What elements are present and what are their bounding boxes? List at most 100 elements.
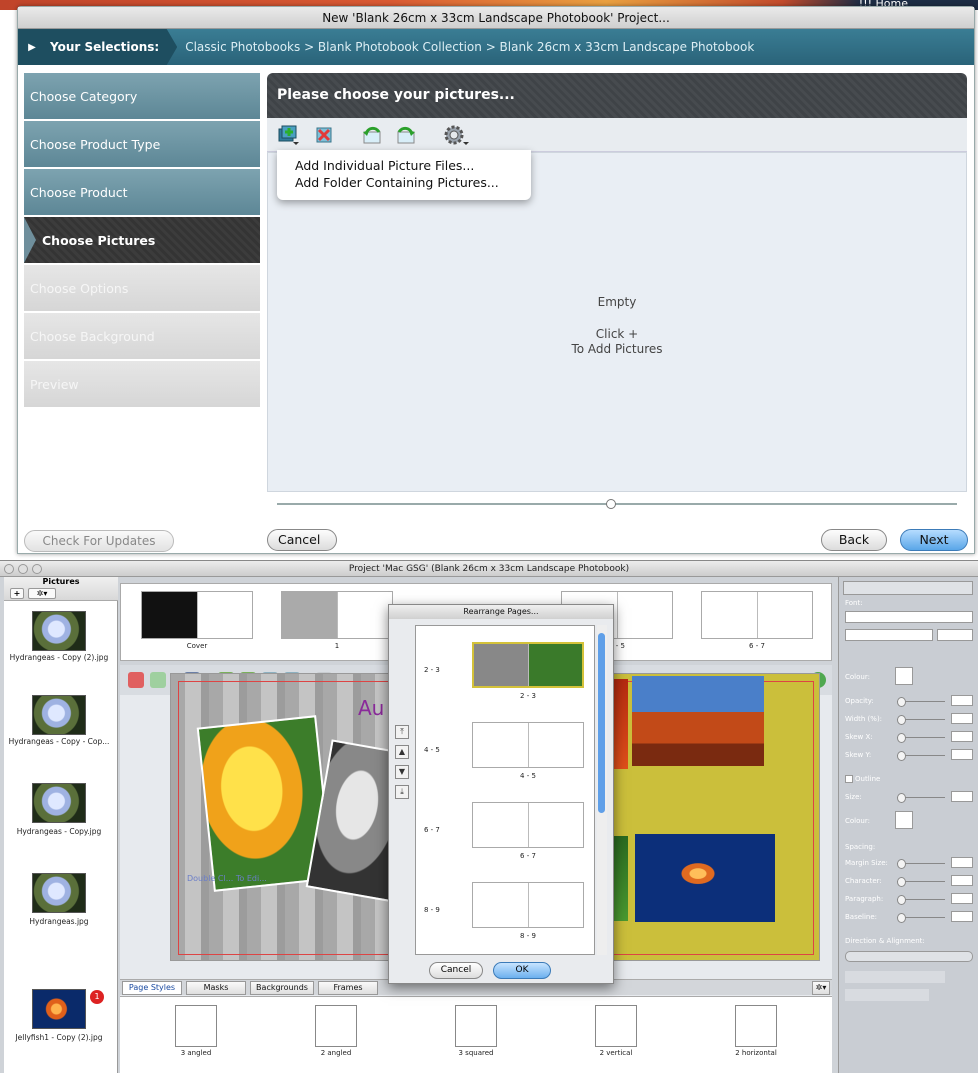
thumbnail-size-slider[interactable] [277,499,957,509]
add-picture-icon[interactable]: + [10,588,24,599]
outline-colour-label: Colour: [845,817,870,825]
close-window-icon[interactable] [4,564,14,574]
inspector-tabs[interactable] [843,581,973,595]
style-3-squared[interactable] [455,1005,497,1047]
style-2-vertical[interactable] [595,1005,637,1047]
paragraph-slider[interactable] [897,895,945,905]
list-item[interactable]: 6 - 7 6 - 7 [416,786,596,866]
spread-thumb[interactable] [472,882,584,928]
rotate-right-icon[interactable] [395,124,417,146]
paragraph-value[interactable] [951,893,973,904]
page-spread-1[interactable] [281,591,393,639]
style-3-angled[interactable] [175,1005,217,1047]
settings-gear-icon[interactable] [443,124,469,146]
style-label: 2 horizontal [735,1049,777,1057]
jellyfish-photo[interactable] [635,834,775,922]
picture-thumb[interactable] [32,695,86,735]
styles-gear-icon[interactable]: ✲▾ [812,981,830,995]
spread-thumb[interactable] [472,642,584,688]
page-spread-6-7[interactable] [701,591,813,639]
zoom-window-icon[interactable] [32,564,42,574]
dialog-cancel-button[interactable]: Cancel [429,962,483,979]
margin-size-slider[interactable] [897,859,945,869]
remove-pictures-icon[interactable] [313,124,335,146]
width-slider[interactable] [897,715,945,725]
breadcrumb-label: Your Selections: [46,29,178,65]
next-button[interactable]: Next [900,529,968,551]
skew-y-value[interactable] [951,749,973,760]
list-item[interactable]: 2 - 3 2 - 3 [416,626,596,706]
check-for-updates-button[interactable]: Check For Updates [24,530,174,552]
add-pictures-icon[interactable] [277,124,299,146]
minimize-window-icon[interactable] [18,564,28,574]
font-size-select[interactable] [937,629,973,641]
step-choose-product-type[interactable]: Choose Product Type [24,121,260,167]
list-item[interactable]: 8 - 9 8 - 9 [416,866,596,946]
cancel-button[interactable]: Cancel [267,529,337,551]
margin-size-value[interactable] [951,857,973,868]
text-colour-swatch[interactable] [895,667,913,685]
redo-icon[interactable] [150,672,166,688]
spread-thumb[interactable] [472,802,584,848]
menu-item-add-folder[interactable]: Add Folder Containing Pictures... [295,174,531,191]
opacity-slider[interactable] [897,697,945,707]
outline-size-slider[interactable] [897,793,945,803]
page-styles-gallery: 3 angled 2 angled 3 squared 2 vertical 2… [120,996,832,1073]
skew-x-slider[interactable] [897,733,945,743]
spread-thumb[interactable] [472,722,584,768]
character-value[interactable] [951,875,973,886]
alignment-buttons[interactable] [845,971,945,983]
picture-thumb[interactable] [32,873,86,913]
window-title: New 'Blank 26cm x 33cm Landscape Photobo… [18,7,974,29]
page-title-text[interactable]: Au [358,696,384,720]
tab-frames[interactable]: Frames [318,981,378,995]
move-to-bottom-icon[interactable]: ⤓ [395,785,409,799]
picture-options-gear-icon[interactable]: ✲▾ [28,588,56,599]
move-to-top-icon[interactable]: ⤒ [395,725,409,739]
font-family-select[interactable] [845,611,973,623]
outline-colour-swatch[interactable] [895,811,913,829]
width-value[interactable] [951,713,973,724]
character-slider[interactable] [897,877,945,887]
page-spread-cover[interactable] [141,591,253,639]
dialog-scrollbar[interactable] [597,625,607,955]
desert-photo[interactable] [632,676,764,766]
rotate-left-icon[interactable] [361,124,383,146]
font-style-select[interactable] [845,629,933,641]
spacing-label: Spacing: [845,843,876,851]
back-button[interactable]: Back [821,529,887,551]
tab-backgrounds[interactable]: Backgrounds [250,981,314,995]
breadcrumb-toggle-icon[interactable]: ▶ [18,29,46,65]
skew-y-slider[interactable] [897,751,945,761]
baseline-slider[interactable] [897,913,945,923]
list-item[interactable]: 4 - 5 4 - 5 [416,706,596,786]
direction-select[interactable] [845,951,973,962]
style-2-angled[interactable] [315,1005,357,1047]
picture-thumb[interactable] [32,611,86,651]
step-choose-pictures[interactable]: Choose Pictures [24,217,260,263]
opacity-value[interactable] [951,695,973,706]
tab-masks[interactable]: Masks [186,981,246,995]
slider-knob[interactable] [606,499,616,509]
step-choose-category[interactable]: Choose Category [24,73,260,119]
picture-thumb[interactable] [32,989,86,1029]
tab-page-styles[interactable]: Page Styles [122,981,182,995]
menu-item-add-files[interactable]: Add Individual Picture Files... [295,157,531,174]
pictures-panel-header: Pictures + ✲▾ [4,577,118,601]
style-2-horizontal[interactable] [735,1005,777,1047]
outline-size-value[interactable] [951,791,973,802]
baseline-value[interactable] [951,911,973,922]
outline-checkbox[interactable] [845,775,853,783]
picture-thumb[interactable] [32,783,86,823]
move-up-icon[interactable]: ▲ [395,745,409,759]
scrollbar-thumb[interactable] [598,633,605,813]
picture-drop-area[interactable] [267,152,967,492]
justify-buttons[interactable] [845,989,929,1001]
skew-x-value[interactable] [951,731,973,742]
move-down-icon[interactable]: ▼ [395,765,409,779]
step-choose-product[interactable]: Choose Product [24,169,260,215]
undo-icon[interactable] [128,672,144,688]
row-number: 8 - 9 [424,906,440,914]
dialog-ok-button[interactable]: OK [493,962,551,979]
direction-alignment-label: Direction & Alignment: [845,937,925,945]
